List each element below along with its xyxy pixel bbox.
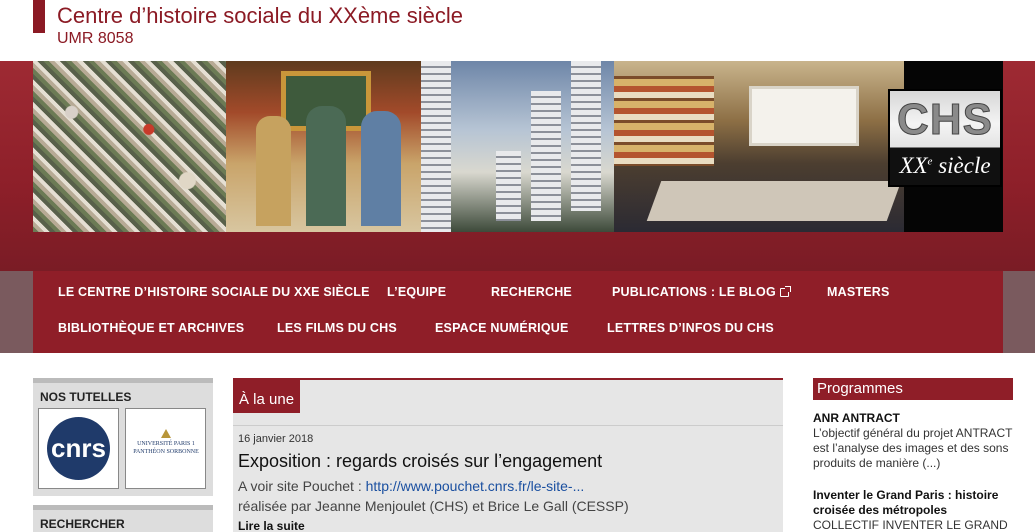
featured-section: À la une 16 janvier 2018 Exposition : re…: [233, 378, 783, 532]
tutelles-heading: NOS TUTELLES: [33, 378, 213, 404]
banner: CHS XXe siècle: [0, 61, 1035, 271]
read-more-link[interactable]: Lire la suite: [238, 519, 305, 532]
cnrs-logo-link[interactable]: cnrs: [38, 408, 119, 489]
section-tab-a-la-une: À la une: [233, 380, 301, 413]
programme-summary: COLLECTIF INVENTER LE GRAND: [813, 518, 1008, 532]
nav-item-equipe[interactable]: L’EQUIPE: [387, 285, 446, 299]
site-title[interactable]: Centre d’histoire sociale du XXème siècl…: [57, 3, 463, 29]
nav-item-masters[interactable]: MASTERS: [827, 285, 890, 299]
chs-logo-subtitle: XXe siècle: [899, 153, 991, 178]
programme-title[interactable]: Inventer le Grand Paris : histoire crois…: [813, 488, 1013, 518]
banner-photo-towers: [421, 61, 614, 232]
main-nav: LE CENTRE D’HISTOIRE SOCIALE DU XXE SIÈC…: [33, 271, 1003, 353]
banner-illustration-museum: [226, 61, 421, 232]
chs-logo: CHS XXe siècle: [888, 89, 1002, 187]
site-subtitle: UMR 8058: [57, 30, 134, 47]
nav-item-espace-numerique[interactable]: ESPACE NUMÉRIQUE: [435, 321, 569, 335]
pantheon-sorbonne-logo: UNIVERSITÉ PARIS 1 PANTHÉON SORBONNE: [130, 429, 202, 456]
search-heading: RECHERCHER: [33, 505, 213, 531]
nav-item-centre[interactable]: LE CENTRE D’HISTOIRE SOCIALE DU XXE SIÈC…: [58, 285, 370, 299]
banner-image: CHS XXe siècle: [33, 61, 1003, 232]
pantheon-logo-link[interactable]: UNIVERSITÉ PARIS 1 PANTHÉON SORBONNE: [125, 408, 206, 489]
search-box: RECHERCHER: [33, 505, 213, 532]
nav-item-bibliotheque[interactable]: BIBLIOTHÈQUE ET ARCHIVES: [58, 321, 244, 335]
divider: [233, 425, 783, 426]
banner-photo-crowd: [33, 61, 226, 232]
programme-item: ANR ANTRACT L’objectif général du projet…: [813, 411, 1013, 471]
nav-item-lettres[interactable]: LETTRES D’INFOS DU CHS: [607, 321, 774, 335]
post-title[interactable]: Exposition : regards croisés sur l’engag…: [238, 451, 602, 472]
header-accent-bar: [33, 0, 45, 33]
nav-item-publications-label: PUBLICATIONS : LE BLOG: [612, 285, 776, 299]
nav-item-recherche[interactable]: RECHERCHE: [491, 285, 572, 299]
banner-photo-library: [614, 61, 904, 232]
post-excerpt-line1: A voir site Pouchet : http://www.pouchet…: [238, 478, 585, 494]
nav-item-films[interactable]: LES FILMS DU CHS: [277, 321, 397, 335]
external-link-icon: [779, 286, 791, 297]
chs-logo-text: CHS: [897, 95, 993, 145]
post-excerpt-line2: réalisée par Jeanne Menjoulet (CHS) et B…: [238, 498, 629, 514]
cnrs-logo: cnrs: [47, 417, 110, 480]
tutelles-box: NOS TUTELLES cnrs UNIVERSITÉ PARIS 1 PAN…: [33, 378, 213, 496]
programme-title[interactable]: ANR ANTRACT: [813, 411, 1013, 426]
nav-band: LE CENTRE D’HISTOIRE SOCIALE DU XXE SIÈC…: [0, 271, 1035, 353]
programmes-heading: Programmes: [813, 378, 1013, 400]
nav-item-publications[interactable]: PUBLICATIONS : LE BLOG: [612, 285, 791, 299]
site-header: Centre d’histoire sociale du XXème siècl…: [0, 0, 1035, 61]
programme-summary: L’objectif général du projet ANTRACT est…: [813, 426, 1013, 470]
post-external-link[interactable]: http://www.pouchet.cnrs.fr/le-site-...: [366, 478, 585, 494]
programmes-box: Programmes ANR ANTRACT L’objectif généra…: [813, 378, 1013, 532]
pantheon-icon: [161, 429, 171, 438]
post-date: 16 janvier 2018: [238, 433, 314, 445]
programme-item: Inventer le Grand Paris : histoire crois…: [813, 488, 1013, 532]
